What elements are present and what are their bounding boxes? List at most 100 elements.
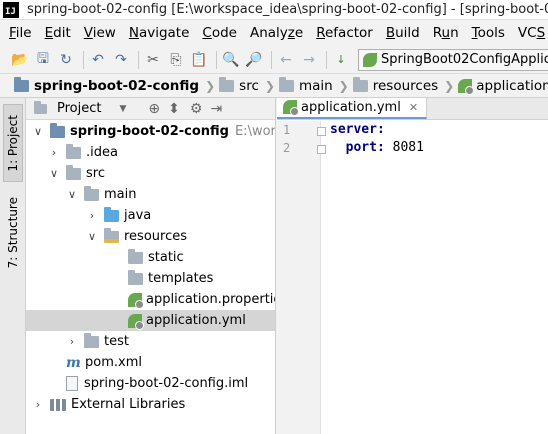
project-panel-header: Project ▼ ⊕ ⬍ ⚙ ⇥: [26, 98, 275, 120]
menu-item-mnemonic: F: [9, 25, 16, 41]
editor-panel: application.yml ✕ 1 2 server: port: 8081: [277, 98, 548, 434]
folder-icon: [66, 143, 81, 159]
menu-item[interactable]: VCS: [510, 25, 548, 41]
back-icon[interactable]: ↶: [88, 50, 108, 70]
tree-item-test[interactable]: › test: [26, 331, 275, 352]
tree-item-external-libraries[interactable]: › External Libraries: [26, 394, 275, 415]
menu-item-text: avigate: [138, 25, 190, 41]
run-configuration-label: SpringBoot02ConfigApplica: [381, 52, 548, 67]
chevron-right-icon[interactable]: ›: [48, 146, 60, 159]
chevron-down-icon[interactable]: ∨: [66, 188, 78, 201]
tree-item-label: main: [104, 187, 137, 202]
gear-icon[interactable]: ⚙: [190, 101, 203, 117]
tree-item-java[interactable]: › java: [26, 205, 275, 226]
menu-item[interactable]: Analyze: [242, 25, 308, 41]
replace-icon[interactable]: 🔎: [244, 50, 264, 70]
tree-item-application-yml[interactable]: › application.yml: [26, 310, 275, 331]
code-line: server:: [330, 121, 424, 139]
tree-item-label: External Libraries: [71, 397, 186, 412]
tree-item-static[interactable]: › static: [26, 247, 275, 268]
tab-project[interactable]: 1: Project: [3, 104, 23, 182]
folder-icon: [66, 164, 81, 180]
editor-tab-application-yml[interactable]: application.yml ✕: [277, 98, 428, 119]
spring-config-file-icon: [128, 292, 144, 309]
forward-icon[interactable]: ↷: [111, 50, 131, 70]
locate-target-icon[interactable]: ⊕: [148, 101, 160, 117]
breadcrumb-label: resources: [372, 77, 439, 94]
tree-item-resources[interactable]: ∨ resources: [26, 226, 275, 247]
tree-item-templates[interactable]: › templates: [26, 268, 275, 289]
menu-item-mnemonic: z: [287, 25, 295, 41]
menu-item[interactable]: Edit: [37, 25, 76, 41]
fold-marker-icon[interactable]: [317, 145, 326, 154]
menu-item-mnemonic: R: [316, 25, 325, 41]
chevron-right-icon[interactable]: ›: [32, 398, 44, 411]
folder-icon: [219, 76, 235, 92]
tree-item-path: E:\workspace_idea\spring-boot-02-config: [234, 124, 276, 139]
paste-icon[interactable]: 📋: [189, 50, 209, 70]
code-area[interactable]: server: port: 8081: [330, 121, 424, 157]
tree-item-label: static: [148, 250, 184, 265]
menu-item-text: e: [294, 25, 304, 41]
menu-item[interactable]: View: [76, 25, 121, 41]
cut-icon[interactable]: ✂: [143, 50, 163, 70]
tree-item-pom[interactable]: › m pom.xml: [26, 352, 275, 373]
tool-window-strip: 1: Project 7: Structure: [0, 98, 26, 434]
breadcrumb-item-main[interactable]: main: [278, 76, 337, 94]
menu-item[interactable]: Build: [378, 25, 425, 41]
main-toolbar: 📂 🖫 ↻ ↶ ↷ ✂ ⎘ 📋 🔍 🔎 ← → ↓ SpringBoot02Co…: [0, 46, 548, 73]
breadcrumb-label: application.yml: [476, 77, 548, 94]
tree-item-main[interactable]: ∨ main: [26, 184, 275, 205]
tab-structure[interactable]: 7: Structure: [3, 190, 23, 276]
nav-forward-icon[interactable]: →: [299, 50, 319, 70]
folder-icon: [84, 332, 99, 348]
fold-marker-icon[interactable]: [317, 127, 326, 136]
toolbar-separator: [138, 50, 139, 69]
tree-item-project-root[interactable]: ∨ spring-boot-02-config E:\workspace_ide…: [26, 121, 275, 142]
menu-item[interactable]: Run: [425, 25, 464, 41]
tree-item-src[interactable]: ∨ src: [26, 163, 275, 184]
menu-item[interactable]: Navigate: [121, 25, 195, 41]
sync-icon[interactable]: ↻: [56, 50, 76, 70]
intellij-logo-icon: IJ: [3, 1, 19, 18]
project-panel-title[interactable]: Project: [57, 101, 101, 116]
chevron-down-icon[interactable]: ∨: [48, 167, 60, 180]
project-view-icon: [34, 100, 47, 114]
project-panel: Project ▼ ⊕ ⬍ ⚙ ⇥ ∨ spring-boot-02-confi…: [26, 98, 276, 434]
open-folder-icon[interactable]: 📂: [10, 50, 30, 70]
breadcrumb-item-resources[interactable]: resources: [352, 76, 442, 94]
menu-item-text: VC: [517, 25, 537, 41]
save-icon[interactable]: 🖫: [33, 50, 53, 70]
run-configuration-select[interactable]: SpringBoot02ConfigApplica: [358, 48, 548, 71]
menu-item[interactable]: File: [0, 25, 37, 41]
chevron-right-icon[interactable]: ›: [66, 335, 78, 348]
tree-item-label: application.properties: [146, 292, 276, 307]
hide-panel-icon[interactable]: ⇥: [210, 101, 222, 117]
menu-item-mnemonic: S: [536, 25, 546, 41]
menu-item[interactable]: Refactor: [308, 25, 378, 41]
close-icon[interactable]: ✕: [409, 101, 418, 114]
breadcrumb-item-file[interactable]: application.yml: [458, 77, 548, 95]
find-icon[interactable]: 🔍: [221, 50, 241, 70]
menu-item[interactable]: Tools: [464, 25, 510, 41]
tree-item-idea[interactable]: › .idea: [26, 142, 275, 163]
menu-item-text: iew: [92, 25, 116, 41]
chevron-right-icon[interactable]: ›: [86, 209, 98, 222]
tree-item-label: spring-boot-02-config: [70, 124, 229, 139]
tab-project-label: 1: Project: [6, 114, 20, 172]
breadcrumb-item-src[interactable]: src: [219, 76, 263, 94]
tree-item-application-properties[interactable]: › application.properties: [26, 289, 275, 310]
menu-item-mnemonic: E: [44, 25, 54, 41]
build-icon[interactable]: ↓: [331, 50, 351, 70]
collapse-all-icon[interactable]: ⬍: [168, 101, 180, 117]
breadcrumb-item-project[interactable]: spring-boot-02-config: [14, 76, 203, 94]
tree-item-iml[interactable]: › spring-boot-02-config.iml: [26, 373, 275, 394]
nav-back-icon[interactable]: ←: [276, 50, 296, 70]
resources-folder-icon: [352, 76, 368, 92]
chevron-down-icon[interactable]: ∨: [86, 230, 98, 243]
chevron-down-icon[interactable]: ∨: [32, 125, 44, 138]
chevron-down-icon[interactable]: ▼: [119, 104, 126, 114]
menu-item[interactable]: Code: [194, 25, 242, 41]
spring-config-file-icon: [283, 100, 299, 116]
copy-icon[interactable]: ⎘: [166, 50, 186, 70]
